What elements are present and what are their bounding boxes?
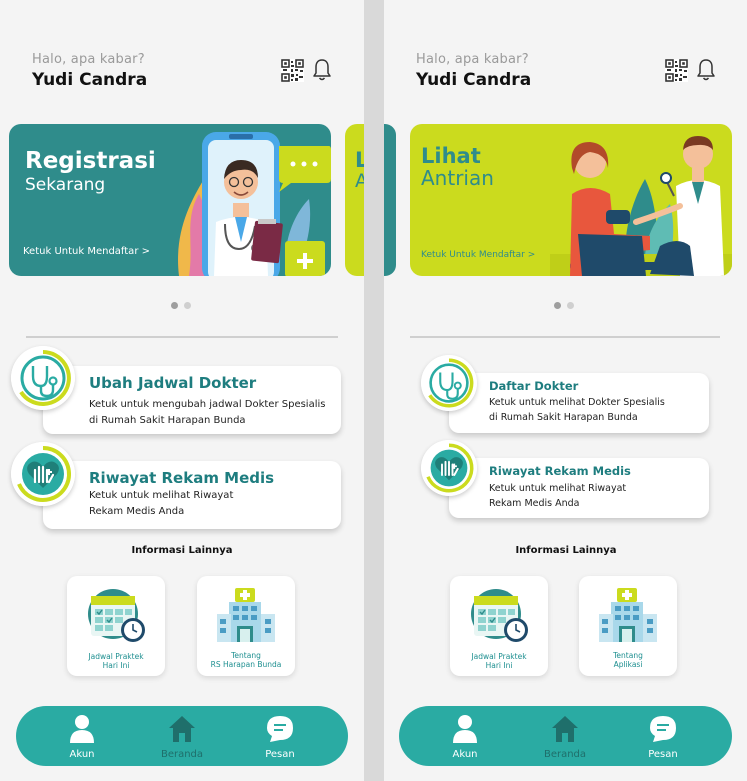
carousel-dot-active[interactable] xyxy=(171,302,178,309)
banner-cta[interactable]: Ketuk Untuk Mendaftar > xyxy=(23,246,150,257)
menu-desc-line: Ketuk untuk mengubah jadwal Dokter Spesi… xyxy=(89,399,326,410)
registrasi-banner[interactable]: Registrasi Sekarang Ketuk Untuk Mendafta… xyxy=(9,124,331,276)
ubah-jadwal-card[interactable]: Ubah Jadwal Dokter Ketuk untuk mengubah … xyxy=(43,366,341,434)
menu-desc-line: di Rumah Sakit Harapan Bunda xyxy=(489,412,638,423)
stethoscope-icon xyxy=(421,355,477,411)
menu-desc-line: Ketuk untuk melihat Dokter Spesialis xyxy=(489,397,665,408)
menu-desc: Ketuk untuk mengubah jadwal Dokter Spesi… xyxy=(89,397,325,429)
tentang-aplikasi-card[interactable]: Tentang Aplikasi xyxy=(579,576,677,676)
nav-label: Pesan xyxy=(265,749,295,760)
banner-subtitle: Antrian xyxy=(421,166,494,190)
section-divider xyxy=(410,336,720,338)
menu-title: Daftar Dokter xyxy=(489,379,579,393)
carousel-dots xyxy=(554,302,574,309)
riwayat-rekam-medis-card[interactable]: Riwayat Rekam Medis Ketuk untuk melihat … xyxy=(449,458,709,518)
nav-akun[interactable]: Akun xyxy=(52,712,112,762)
hand-heart-icon xyxy=(11,442,75,506)
qr-code-icon[interactable] xyxy=(281,59,304,82)
menu-desc: Ketuk untuk melihat Riwayat Rekam Medis … xyxy=(489,481,626,511)
greeting-text: Halo, apa kabar? xyxy=(32,52,145,67)
home-icon xyxy=(169,716,195,742)
nav-akun[interactable]: Akun xyxy=(435,712,495,762)
banner-title: Registrasi xyxy=(25,148,156,174)
menu-desc: Ketuk untuk melihat Riwayat Rekam Medis … xyxy=(89,488,233,520)
info-label: Jadwal Praktek Hari Ini xyxy=(67,652,165,670)
section-divider xyxy=(26,336,338,338)
user-icon xyxy=(453,715,477,743)
hospital-icon xyxy=(599,588,657,642)
chat-icon xyxy=(267,716,293,742)
prev-banner-peek[interactable] xyxy=(384,124,396,276)
info-label-line: Tentang xyxy=(231,651,261,660)
greeting-text: Halo, apa kabar? xyxy=(416,52,529,67)
hospital-icon xyxy=(217,588,275,642)
doctor-phone-illustration xyxy=(178,132,331,276)
bottom-nav: Akun Beranda Pesan xyxy=(16,706,348,766)
carousel-dot[interactable] xyxy=(567,302,574,309)
info-label-line: RS Harapan Bunda xyxy=(210,660,282,669)
info-label: Jadwal Praktek Hari Ini xyxy=(450,652,548,670)
info-label-line: Aplikasi xyxy=(613,660,643,669)
nav-label: Akun xyxy=(452,749,478,760)
carousel-dot-active[interactable] xyxy=(554,302,561,309)
menu-desc-line: Ketuk untuk melihat Riwayat xyxy=(89,490,234,501)
checkup-illustration xyxy=(550,136,732,276)
info-label-line: Hari Ini xyxy=(485,661,513,670)
info-label-line: Jadwal Praktek xyxy=(88,652,144,661)
jadwal-praktek-card[interactable]: Jadwal Praktek Hari Ini xyxy=(450,576,548,676)
hand-heart-icon xyxy=(421,440,477,496)
nav-label: Akun xyxy=(69,749,95,760)
nav-pesan[interactable]: Pesan xyxy=(250,712,310,762)
calendar-clock-icon xyxy=(88,589,145,642)
menu-desc-line: Ketuk untuk melihat Riwayat xyxy=(489,483,627,494)
stethoscope-icon xyxy=(11,346,75,410)
user-icon xyxy=(70,715,94,743)
info-label-line: Jadwal Praktek xyxy=(471,652,527,661)
menu-desc-line: Rekam Medis Anda xyxy=(489,498,580,509)
info-label: Tentang Aplikasi xyxy=(579,651,677,669)
chat-icon xyxy=(650,716,676,742)
menu-desc-line: Rekam Medis Anda xyxy=(89,506,185,517)
menu-title: Riwayat Rekam Medis xyxy=(489,464,631,478)
nav-label: Beranda xyxy=(543,749,587,760)
nav-pesan[interactable]: Pesan xyxy=(633,712,693,762)
nav-beranda[interactable]: Beranda xyxy=(535,712,595,762)
daftar-dokter-card[interactable]: Daftar Dokter Ketuk untuk melihat Dokter… xyxy=(449,373,709,433)
next-banner-peek[interactable]: Li A xyxy=(345,124,364,276)
home-icon xyxy=(552,716,578,742)
section-title: Informasi Lainnya xyxy=(515,545,617,556)
bell-icon[interactable] xyxy=(312,58,332,82)
peek-title: Li xyxy=(355,148,364,172)
menu-desc-line: di Rumah Sakit Harapan Bunda xyxy=(89,415,246,426)
nav-label: Beranda xyxy=(160,749,204,760)
antrian-banner[interactable]: Lihat Antrian Ketuk Untuk Mendaftar > xyxy=(410,124,732,276)
info-label-line: Tentang xyxy=(613,651,643,660)
banner-title: Lihat xyxy=(421,144,481,168)
nav-beranda[interactable]: Beranda xyxy=(152,712,212,762)
tentang-rs-card[interactable]: Tentang RS Harapan Bunda xyxy=(197,576,295,676)
user-name: Yudi Candra xyxy=(32,70,148,90)
menu-title: Riwayat Rekam Medis xyxy=(89,469,275,487)
screen-home-registrasi: Halo, apa kabar? Yudi Candra Registrasi … xyxy=(0,0,364,781)
user-name: Yudi Candra xyxy=(416,70,532,90)
menu-desc: Ketuk untuk melihat Dokter Spesialis di … xyxy=(489,395,665,425)
menu-title: Ubah Jadwal Dokter xyxy=(89,374,257,392)
bottom-nav: Akun Beranda Pesan xyxy=(399,706,732,766)
qr-code-icon[interactable] xyxy=(665,59,688,82)
info-label-line: Hari Ini xyxy=(102,661,130,670)
jadwal-praktek-card[interactable]: Jadwal Praktek Hari Ini xyxy=(67,576,165,676)
info-label: Tentang RS Harapan Bunda xyxy=(197,651,295,669)
calendar-clock-icon xyxy=(471,589,528,642)
banner-cta[interactable]: Ketuk Untuk Mendaftar > xyxy=(421,250,535,260)
riwayat-rekam-medis-card[interactable]: Riwayat Rekam Medis Ketuk untuk melihat … xyxy=(43,461,341,529)
bell-icon[interactable] xyxy=(696,58,716,82)
nav-label: Pesan xyxy=(648,749,678,760)
screen-home-antrian: Halo, apa kabar? Yudi Candra Lihat Antri… xyxy=(384,0,747,781)
section-title: Informasi Lainnya xyxy=(131,545,233,556)
peek-subtitle: A xyxy=(355,170,364,192)
banner-subtitle: Sekarang xyxy=(25,175,106,195)
carousel-dots xyxy=(171,302,191,309)
carousel-dot[interactable] xyxy=(184,302,191,309)
